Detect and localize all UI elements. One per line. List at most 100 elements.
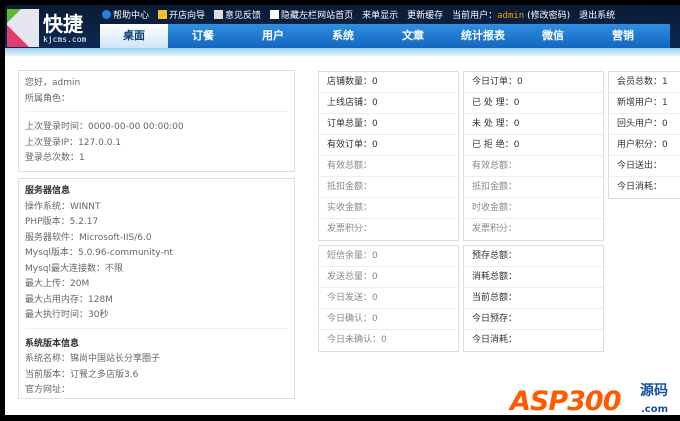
stat-row: 今日未确认：0 — [327, 335, 387, 345]
thumb-icon — [214, 10, 224, 19]
stat-row: 今日发送：0 — [319, 288, 458, 309]
role-text: 所属角色： — [25, 93, 71, 104]
stat-row: 今日预存： — [464, 309, 603, 330]
server-software: 服务器软件：Microsoft-IIS/6.0 — [25, 232, 152, 243]
stat-row: 发票积分： — [472, 224, 518, 234]
money-stats: 预存总额： 消耗总额： 当前总额： 今日预存： 今日消耗： — [463, 245, 604, 352]
logo-icon — [7, 9, 39, 47]
main-nav: 桌面 订餐 用户 系统 文章 统计报表 微信 营销 — [100, 24, 670, 48]
wizard-label: 开店向导 — [169, 11, 206, 21]
tab-order[interactable]: 订餐 — [168, 24, 238, 48]
current-version: 当前版本：订餐之多店版3.6 — [25, 369, 139, 380]
watermark-com: .com — [640, 404, 668, 415]
help-icon — [102, 10, 111, 19]
feedback-link[interactable]: 意见反馈 — [214, 8, 261, 21]
help-label: 帮助中心 — [113, 11, 150, 21]
member-stats: 会员总数：1 新增用户：1 回头用户：0 用户积分：0 今日送出： 今日消耗： — [608, 71, 680, 199]
tab-wechat[interactable]: 微信 — [518, 24, 588, 48]
wizard-link[interactable]: 开店向导 — [158, 8, 205, 21]
stat-row: 上线店铺：0 — [319, 93, 458, 114]
version-info-title: 系统版本信息 — [25, 338, 80, 349]
stat-row: 实收金额： — [319, 198, 458, 219]
stat-row: 预存总额： — [464, 246, 603, 267]
system-name: 系统名称：锦尚中国站长分享圈子 — [25, 354, 161, 364]
max-exec-time: 最大执行时间：30秒 — [25, 310, 109, 320]
stat-row: 发票积分： — [327, 224, 373, 234]
welcome-text: 您好，admin — [25, 78, 81, 88]
stat-row: 会员总数：1 — [609, 72, 680, 93]
tab-reports[interactable]: 统计报表 — [448, 24, 518, 48]
watermark-cn: 源码 — [640, 383, 668, 399]
tab-articles[interactable]: 文章 — [378, 24, 448, 48]
stat-row: 发送总量：0 — [319, 267, 458, 288]
pencil-icon — [158, 10, 168, 19]
stat-row: 短信余量：0 — [319, 246, 458, 267]
watermark-text: ASP300 — [510, 386, 621, 417]
order-display-link[interactable]: 来单显示 — [362, 8, 398, 21]
stat-row: 今日确认：0 — [319, 309, 458, 330]
stat-row: 有效总额： — [464, 156, 603, 177]
stat-row: 当前总额： — [464, 288, 603, 309]
shop-stats: 店铺数量：0 上线店铺：0 订单总量：0 有效订单：0 有效总额： 抵扣金额： … — [318, 71, 459, 241]
current-user-label: 当前用户： — [452, 11, 498, 21]
stat-row: 订单总量：0 — [319, 114, 458, 135]
welcome-panel: 您好，admin 所属角色： 上次登录时间：0000-00-00 00:00:0… — [18, 70, 295, 172]
tab-desktop[interactable]: 桌面 — [100, 24, 168, 48]
stat-row: 已 拒 绝：0 — [464, 135, 603, 156]
admin-page: 快捷 kjcms.com 帮助中心 开店向导 意见反馈 隐藏左栏 网站首页 来单显… — [5, 5, 680, 415]
update-cache-link[interactable]: 更新缓存 — [407, 8, 443, 21]
tab-marketing[interactable]: 营销 — [588, 24, 658, 48]
logo: 快捷 kjcms.com — [7, 7, 95, 49]
last-login-time: 上次登录时间：0000-00-00 00:00:00 — [25, 122, 184, 132]
stat-row: 今日消耗： — [472, 335, 518, 345]
mysql-max-connections: Mysql最大连接数：不限 — [25, 263, 123, 274]
tab-system[interactable]: 系统 — [308, 24, 378, 48]
last-login-ip: 上次登录IP：127.0.0.1 — [25, 137, 122, 148]
stat-row: 今日送出： — [609, 156, 680, 177]
stat-row: 消耗总额： — [464, 267, 603, 288]
official-site: 官方网址： — [25, 385, 71, 395]
sms-stats: 短信余量：0 发送总量：0 今日发送：0 今日确认：0 今日未确认：0 — [318, 245, 459, 352]
login-count: 登录总次数：1 — [25, 153, 85, 163]
stat-row: 新增用户：1 — [609, 93, 680, 114]
logo-name: 快捷 — [43, 11, 83, 36]
change-password-link[interactable]: (修改密码) — [527, 11, 570, 21]
max-memory: 最大占用内存：128M — [25, 294, 113, 305]
stat-row: 今日订单：0 — [464, 72, 603, 93]
stat-row: 回头用户：0 — [609, 114, 680, 135]
server-info-panel: 服务器信息 操作系统：WINNT PHP版本：5.2.17 服务器软件：Micr… — [18, 178, 295, 399]
stat-row: 抵扣金额： — [319, 177, 458, 198]
sub-bar — [5, 48, 680, 56]
current-user: 当前用户：admin (修改密码) — [452, 8, 570, 21]
stat-row: 用户积分：0 — [609, 135, 680, 156]
php-version: PHP版本：5.2.17 — [25, 217, 99, 227]
tab-users[interactable]: 用户 — [238, 24, 308, 48]
logout-link[interactable]: 退出系统 — [579, 8, 615, 21]
stat-row: 抵扣金额： — [464, 177, 603, 198]
stat-row: 已 处 理：0 — [464, 93, 603, 114]
hide-sidebar-label: 隐藏左栏 — [281, 11, 318, 21]
stat-row: 店铺数量：0 — [319, 72, 458, 93]
watermark-logo: ASP300 源码 .com — [508, 370, 680, 421]
divider — [25, 327, 288, 329]
max-upload: 最大上传：20M — [25, 279, 90, 289]
homepage-link[interactable]: 网站首页 — [317, 8, 353, 21]
stat-row: 时收金额： — [464, 198, 603, 219]
stat-row: 今日消耗： — [617, 182, 663, 192]
mysql-version: Mysql版本：5.0.96-community-nt — [25, 248, 173, 258]
header: 快捷 kjcms.com 帮助中心 开店向导 意见反馈 隐藏左栏 网站首页 来单显… — [5, 5, 680, 50]
stat-row: 有效总额： — [319, 156, 458, 177]
page-icon — [270, 10, 280, 19]
hide-sidebar-link[interactable]: 隐藏左栏 — [270, 8, 317, 21]
logo-domain: kjcms.com — [43, 34, 87, 44]
server-os: 操作系统：WINNT — [25, 201, 101, 212]
top-links: 帮助中心 开店向导 意见反馈 隐藏左栏 网站首页 来单显示 更新缓存 当前用户：… — [102, 8, 615, 21]
server-info-title: 服务器信息 — [25, 186, 71, 196]
order-stats: 今日订单：0 已 处 理：0 未 处 理：0 已 拒 绝：0 有效总额： 抵扣金… — [463, 71, 604, 241]
help-link[interactable]: 帮助中心 — [102, 8, 149, 21]
stat-row: 有效订单：0 — [319, 135, 458, 156]
stat-row: 未 处 理：0 — [464, 114, 603, 135]
current-user-name: admin — [497, 11, 525, 21]
divider — [25, 111, 288, 112]
feedback-label: 意见反馈 — [225, 11, 262, 21]
